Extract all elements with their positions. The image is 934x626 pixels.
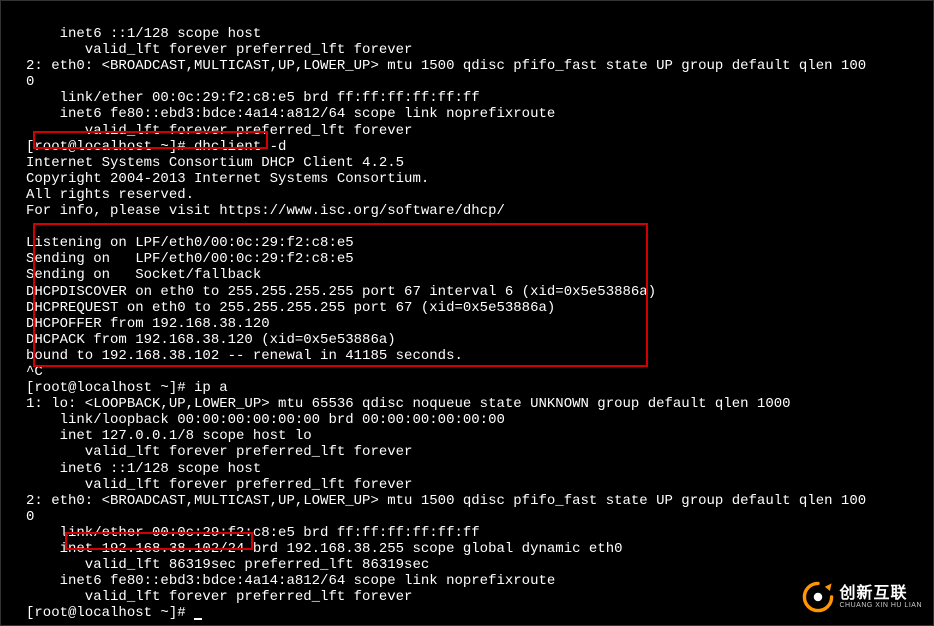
logo-icon: [801, 580, 835, 614]
terminal-line: valid_lft 86319sec preferred_lft 86319se…: [26, 557, 429, 573]
terminal-line: DHCPDISCOVER on eth0 to 255.255.255.255 …: [26, 284, 656, 300]
terminal-line: 0: [26, 509, 34, 525]
cursor: [194, 618, 202, 620]
terminal-line: inet6 fe80::ebd3:bdce:4a14:a812/64 scope…: [26, 106, 555, 122]
terminal-line: inet6 ::1/128 scope host: [26, 461, 261, 477]
terminal-line: [root@localhost ~]#: [26, 605, 194, 621]
terminal-line: For info, please visit https://www.isc.o…: [26, 203, 505, 219]
terminal-line: inet 127.0.0.1/8 scope host lo: [26, 428, 312, 444]
logo-english: CHUANG XIN HU LIAN: [839, 602, 922, 609]
terminal-line: Listening on LPF/eth0/00:0c:29:f2:c8:e5: [26, 235, 354, 251]
terminal-line: Internet Systems Consortium DHCP Client …: [26, 155, 404, 171]
logo-chinese: 创新互联: [839, 586, 922, 602]
terminal-line: valid_lft forever preferred_lft forever: [26, 444, 412, 460]
terminal-line: DHCPREQUEST on eth0 to 255.255.255.255 p…: [26, 300, 555, 316]
terminal-line: DHCPOFFER from 192.168.38.120: [26, 316, 270, 332]
terminal-line: Copyright 2004-2013 Internet Systems Con…: [26, 171, 429, 187]
terminal-line: inet6 ::1/128 scope host: [26, 26, 261, 42]
terminal-line: valid_lft forever preferred_lft forever: [26, 589, 412, 605]
terminal-line: ^C: [26, 364, 43, 380]
terminal-line: inet 192.168.38.102/24 brd 192.168.38.25…: [26, 541, 623, 557]
terminal-line: inet6 fe80::ebd3:bdce:4a14:a812/64 scope…: [26, 573, 555, 589]
terminal-line: link/ether 00:0c:29:f2:c8:e5 brd ff:ff:f…: [26, 90, 480, 106]
terminal-line: All rights reserved.: [26, 187, 194, 203]
terminal-line: 1: lo: <LOOPBACK,UP,LOWER_UP> mtu 65536 …: [26, 396, 791, 412]
terminal-line: DHCPACK from 192.168.38.120 (xid=0x5e538…: [26, 332, 396, 348]
terminal-line: valid_lft forever preferred_lft forever: [26, 477, 412, 493]
terminal-line: valid_lft forever preferred_lft forever: [26, 42, 412, 58]
terminal-line: 0: [26, 74, 34, 90]
logo-text: 创新互联 CHUANG XIN HU LIAN: [839, 586, 922, 609]
terminal-line: link/loopback 00:00:00:00:00:00 brd 00:0…: [26, 412, 505, 428]
terminal-line: link/ether 00:0c:29:f2:c8:e5 brd ff:ff:f…: [26, 525, 480, 541]
terminal-line: Sending on Socket/fallback: [26, 267, 261, 283]
terminal-line: valid_lft forever preferred_lft forever: [26, 123, 412, 139]
terminal-line: [root@localhost ~]# ip a: [26, 380, 228, 396]
terminal-line: 2: eth0: <BROADCAST,MULTICAST,UP,LOWER_U…: [26, 493, 866, 509]
terminal-line: 2: eth0: <BROADCAST,MULTICAST,UP,LOWER_U…: [26, 58, 866, 74]
terminal-line: [root@localhost ~]# dhclient -d: [26, 139, 286, 155]
terminal-line: bound to 192.168.38.102 -- renewal in 41…: [26, 348, 463, 364]
terminal-output[interactable]: inet6 ::1/128 scope host valid_lft forev…: [0, 0, 934, 626]
watermark-logo: 创新互联 CHUANG XIN HU LIAN: [801, 580, 922, 614]
terminal-line: Sending on LPF/eth0/00:0c:29:f2:c8:e5: [26, 251, 354, 267]
